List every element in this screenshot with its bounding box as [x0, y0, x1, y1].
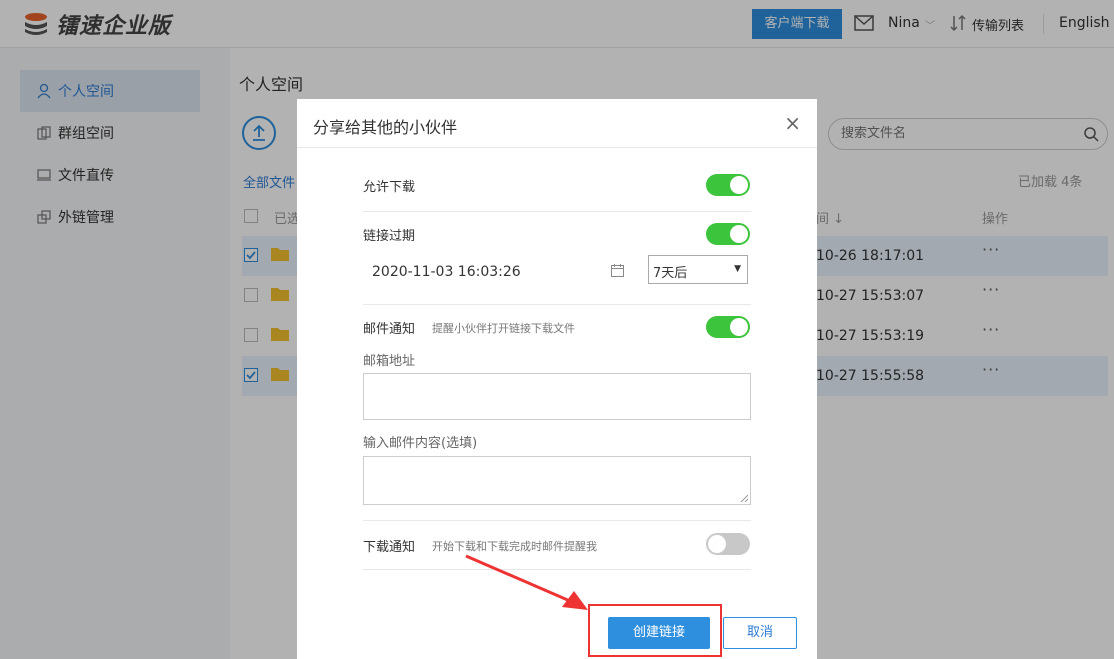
calendar-icon[interactable]: [611, 264, 624, 277]
highlight-box: [588, 604, 722, 657]
expiry-duration-value: 7天后: [653, 266, 688, 281]
dropdown-caret-icon: ▼: [734, 264, 741, 274]
resize-grip-icon[interactable]: [740, 494, 748, 502]
link-expiry-label: 链接过期: [363, 229, 416, 244]
toggle-knob: [708, 535, 726, 553]
expiry-duration-select[interactable]: 7天后 ▼: [648, 255, 748, 284]
email-address-field[interactable]: [363, 373, 751, 420]
email-notify-toggle[interactable]: [706, 316, 750, 338]
toggle-knob: [730, 225, 748, 243]
divider: [363, 520, 751, 521]
toggle-knob: [730, 176, 748, 194]
email-address-label: 邮箱地址: [363, 354, 416, 369]
dialog-title: 分享给其他的小伙伴: [313, 118, 458, 137]
download-notify-hint: 开始下载和下载完成时邮件提醒我: [432, 540, 597, 553]
divider: [363, 304, 751, 305]
share-dialog: 分享给其他的小伙伴 × 允许下载 链接过期 2020-11-03 16:03:2…: [297, 99, 817, 659]
download-notify-label: 下载通知: [363, 540, 416, 555]
cancel-button[interactable]: 取消: [723, 617, 797, 649]
allow-download-toggle[interactable]: [706, 174, 750, 196]
expiry-datetime[interactable]: 2020-11-03 16:03:26: [372, 264, 521, 280]
email-content-textarea[interactable]: [363, 456, 751, 505]
email-notify-hint: 提醒小伙伴打开链接下载文件: [432, 322, 575, 335]
close-icon[interactable]: ×: [784, 111, 801, 135]
divider: [363, 569, 751, 570]
toggle-knob: [730, 318, 748, 336]
allow-download-label: 允许下载: [363, 180, 416, 195]
link-expiry-toggle[interactable]: [706, 223, 750, 245]
email-content-label: 输入邮件内容(选填): [363, 436, 478, 451]
email-notify-label: 邮件通知: [363, 322, 416, 337]
divider: [363, 211, 751, 212]
divider: [297, 147, 817, 148]
download-notify-toggle[interactable]: [706, 533, 750, 555]
